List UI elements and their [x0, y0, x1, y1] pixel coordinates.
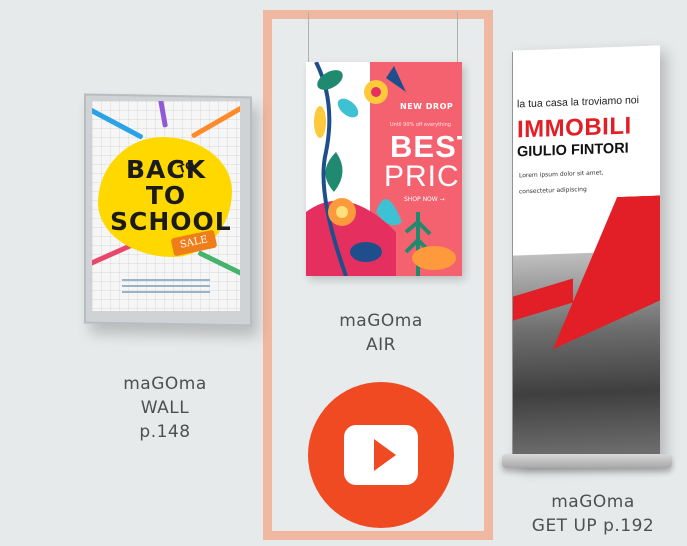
air-caption: maGOma AIR	[308, 309, 454, 357]
best-price-poster[interactable]: NEW DROP Until 90% off everything BEST P…	[306, 62, 462, 276]
play-video-button[interactable]	[308, 382, 454, 528]
poster-kicker: NEW DROP	[400, 102, 454, 111]
wall-name: maGOma	[123, 374, 207, 394]
air-model: AIR	[366, 335, 396, 355]
immobili-rollup-banner[interactable]: la tua casa la troviamo noi IMMOBILI GIU…	[513, 45, 660, 465]
getup-model-page: GET UP p.192	[531, 516, 655, 536]
poster-headline: BACK TO SCHOOL	[110, 155, 232, 236]
banner-brand: IMMOBILI	[517, 112, 632, 144]
poster-subtitle: Until 90% off everything	[390, 122, 451, 128]
poster-price: PRICE	[384, 160, 462, 193]
pencil-decoration	[197, 250, 240, 277]
pencil-decoration	[190, 104, 240, 139]
banner-body-1: Lorem ipsum dolor sit amet,	[519, 169, 604, 180]
hanging-wire-right	[457, 12, 458, 64]
wall-caption: maGOma WALL p.148	[95, 372, 235, 444]
poster-text-line	[122, 279, 210, 281]
back-to-school-poster[interactable]: BACK TO SCHOOL TO SALE	[92, 101, 240, 311]
air-name: maGOma	[339, 311, 423, 331]
poster-cta: SHOP NOW →	[404, 196, 445, 203]
pencil-decoration	[156, 101, 168, 128]
getup-caption: maGOma GET UP p.192	[505, 490, 681, 538]
banner-body-2: consectetur adipiscing	[519, 185, 587, 196]
wall-page: p.148	[139, 422, 191, 442]
poster-text-line	[122, 291, 210, 293]
getup-name: maGOma	[551, 492, 635, 512]
banner-tagline: la tua casa la troviamo noi	[517, 94, 639, 111]
pencil-decoration	[92, 107, 144, 140]
play-icon	[374, 439, 396, 471]
banner-owner: GIULIO FINTORI	[517, 140, 629, 161]
banner-base	[502, 454, 672, 468]
wall-model: WALL	[140, 398, 190, 418]
hanging-wire-left	[308, 12, 309, 64]
poster-text-line	[122, 285, 210, 287]
